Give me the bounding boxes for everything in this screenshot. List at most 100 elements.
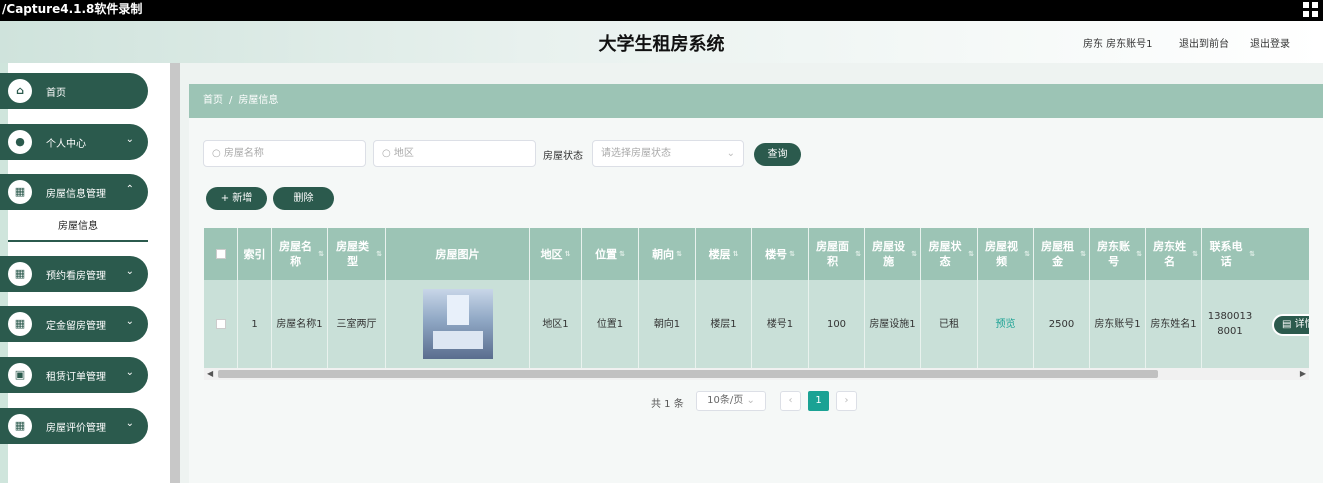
house-table: 索引 房屋名称 ⇅ 房屋类型 ⇅ 房屋图片 地区 ⇅ 位置 ⇅ 朝向 ⇅ 楼层 ⇅ 楼号 ⇅ … xyxy=(204,228,1309,368)
select-all-checkbox[interactable] xyxy=(215,249,226,259)
capture-title: /Capture4.1.8软件录制 xyxy=(2,2,143,16)
breadcrumb-current: 房屋信息 xyxy=(238,95,279,106)
chevron-down-icon: ⌄ xyxy=(125,418,134,429)
sidebar-item-label: 租赁订单管理 xyxy=(46,372,106,383)
next-page-button[interactable]: › xyxy=(836,391,857,411)
cell-landlord-account: 房东账号1 xyxy=(1090,280,1146,368)
sidebar-item-house-reviews[interactable]: ▦ 房屋评价管理 ⌄ xyxy=(0,408,148,444)
header-house-type[interactable]: 房屋类型 ⇅ xyxy=(328,228,386,280)
header-label: 房屋名称 xyxy=(279,240,313,268)
header-landlord-name[interactable]: 房东姓名 ⇅ xyxy=(1146,228,1202,280)
cell-house-name: 房屋名称1 xyxy=(272,280,328,368)
cell-house-image xyxy=(386,280,530,368)
sort-icon[interactable]: ⇅ xyxy=(318,247,324,262)
header-status[interactable]: 房屋状态 ⇅ xyxy=(921,228,978,280)
prev-page-button[interactable]: ‹ xyxy=(780,391,801,411)
header-label: 位置 xyxy=(595,247,618,261)
cell-house-type: 三室两厅 xyxy=(328,280,386,368)
delete-button[interactable]: 删除 xyxy=(273,187,334,210)
capture-menu-icon[interactable] xyxy=(1303,2,1319,18)
house-name-placeholder: 房屋名称 xyxy=(223,148,264,159)
scroll-left-icon[interactable]: ◀ xyxy=(207,368,213,380)
header-index[interactable]: 索引 xyxy=(238,228,272,280)
query-button[interactable]: 查询 xyxy=(754,143,801,166)
header-area[interactable]: 地区 ⇅ xyxy=(530,228,582,280)
header-orientation[interactable]: 朝向 ⇅ xyxy=(639,228,696,280)
row-checkbox[interactable] xyxy=(215,319,226,329)
house-name-search-input[interactable]: ○ 房屋名称 xyxy=(203,140,366,167)
header-video[interactable]: 房屋视频 ⇅ xyxy=(978,228,1034,280)
chevron-down-icon: ⌄ xyxy=(125,134,134,145)
cell-area: 地区1 xyxy=(530,280,582,368)
header-house-name[interactable]: 房屋名称 ⇅ xyxy=(272,228,328,280)
sort-icon[interactable]: ⇅ xyxy=(789,247,795,262)
header-location[interactable]: 位置 ⇅ xyxy=(582,228,639,280)
house-status-select[interactable]: 请选择房屋状态 ⌄ xyxy=(592,140,744,167)
table-header: 索引 房屋名称 ⇅ 房屋类型 ⇅ 房屋图片 地区 ⇅ 位置 ⇅ 朝向 ⇅ 楼层 ⇅ 楼号 ⇅ … xyxy=(204,228,1309,280)
user-icon: ● xyxy=(8,130,32,154)
header-size[interactable]: 房屋面积 ⇅ xyxy=(809,228,865,280)
detail-button[interactable]: ▤ 详情 xyxy=(1272,314,1309,336)
sort-icon[interactable]: ⇅ xyxy=(733,247,739,262)
add-button[interactable]: + 新增 xyxy=(206,187,267,210)
header-landlord-account[interactable]: 房东账号 ⇅ xyxy=(1090,228,1146,280)
sort-icon[interactable]: ⇅ xyxy=(676,247,682,262)
sidebar-item-personal-center[interactable]: ● 个人中心 ⌄ xyxy=(0,124,148,160)
sort-icon[interactable]: ⇅ xyxy=(968,247,974,262)
chevron-down-icon: ⌄ xyxy=(726,148,735,159)
cell-index: 1 xyxy=(238,280,272,368)
area-search-input[interactable]: ○ 地区 xyxy=(373,140,536,167)
select-all-cell xyxy=(204,228,238,280)
page-1-button[interactable]: 1 xyxy=(808,391,829,411)
header-label: 联系电话 xyxy=(1209,240,1243,268)
table-row[interactable]: 1 房屋名称1 三室两厅 地区1 位置1 朝向1 楼层1 楼号1 100 房屋设… xyxy=(204,280,1309,368)
header-floor[interactable]: 楼层 ⇅ xyxy=(696,228,752,280)
area-placeholder: 地区 xyxy=(393,148,414,159)
header-label: 房屋状态 xyxy=(928,240,962,268)
header-label: 楼号 xyxy=(765,247,788,261)
cell-video-preview-link[interactable]: 预览 xyxy=(978,280,1034,368)
logout-link[interactable]: 退出登录 xyxy=(1250,35,1290,50)
sort-icon[interactable]: ⇅ xyxy=(1136,247,1142,262)
header-facilities[interactable]: 房屋设施 ⇅ xyxy=(865,228,921,280)
sort-icon[interactable]: ⇅ xyxy=(1249,247,1255,262)
sidebar-subitem-house-info[interactable]: 房屋信息 xyxy=(8,216,148,242)
scroll-right-icon[interactable]: ▶ xyxy=(1300,368,1306,380)
sidebar-item-label: 预约看房管理 xyxy=(46,271,106,282)
house-status-label: 房屋状态 xyxy=(543,151,583,162)
page-size-value: 10条/页 xyxy=(707,395,744,406)
cell-status: 已租 xyxy=(921,280,978,368)
cell-building: 楼号1 xyxy=(752,280,809,368)
sidebar-item-viewing-appointment[interactable]: ▦ 预约看房管理 ⌄ xyxy=(0,256,148,292)
back-to-frontend-link[interactable]: 退出到前台 xyxy=(1179,35,1229,50)
sort-icon[interactable]: ⇅ xyxy=(1024,247,1030,262)
chevron-up-icon: ⌃ xyxy=(125,184,134,195)
sort-icon[interactable]: ⇅ xyxy=(619,247,625,262)
sort-icon[interactable]: ⇅ xyxy=(911,247,917,262)
sidebar-item-home[interactable]: ⌂ 首页 xyxy=(0,73,148,109)
app-header: 大学生租房系统 房东 房东账号1 退出到前台 退出登录 xyxy=(0,21,1323,63)
sidebar-item-deposit-hold[interactable]: ▦ 定金留房管理 ⌄ xyxy=(0,306,148,342)
grid-icon: ▦ xyxy=(8,180,32,204)
sidebar-item-house-info-management[interactable]: ▦ 房屋信息管理 ⌃ xyxy=(0,174,148,210)
breadcrumb-home[interactable]: 首页 xyxy=(203,95,223,106)
sort-icon[interactable]: ⇅ xyxy=(855,247,861,262)
sidebar-divider[interactable] xyxy=(170,63,180,483)
header-label: 房屋图片 xyxy=(435,247,480,261)
house-thumbnail[interactable] xyxy=(422,289,493,359)
sort-icon[interactable]: ⇅ xyxy=(565,247,571,262)
sidebar-item-rental-orders[interactable]: ▣ 租赁订单管理 ⌄ xyxy=(0,357,148,393)
sort-icon[interactable]: ⇅ xyxy=(1080,247,1086,262)
table-horizontal-scrollbar[interactable]: ◀ ▶ xyxy=(204,368,1309,380)
header-rent[interactable]: 房屋租金 ⇅ xyxy=(1034,228,1090,280)
image-icon: ▣ xyxy=(8,363,32,387)
page-size-select[interactable]: 10条/页 ⌄ xyxy=(696,391,766,411)
sort-icon[interactable]: ⇅ xyxy=(1192,247,1198,262)
sort-icon[interactable]: ⇅ xyxy=(376,247,382,262)
sidebar-item-label: 房屋评价管理 xyxy=(46,423,106,434)
row-select-cell xyxy=(204,280,238,368)
scrollbar-thumb[interactable] xyxy=(218,370,1158,378)
header-phone[interactable]: 联系电话 ⇅ xyxy=(1202,228,1258,280)
header-label: 房屋设施 xyxy=(872,240,906,268)
header-building[interactable]: 楼号 ⇅ xyxy=(752,228,809,280)
